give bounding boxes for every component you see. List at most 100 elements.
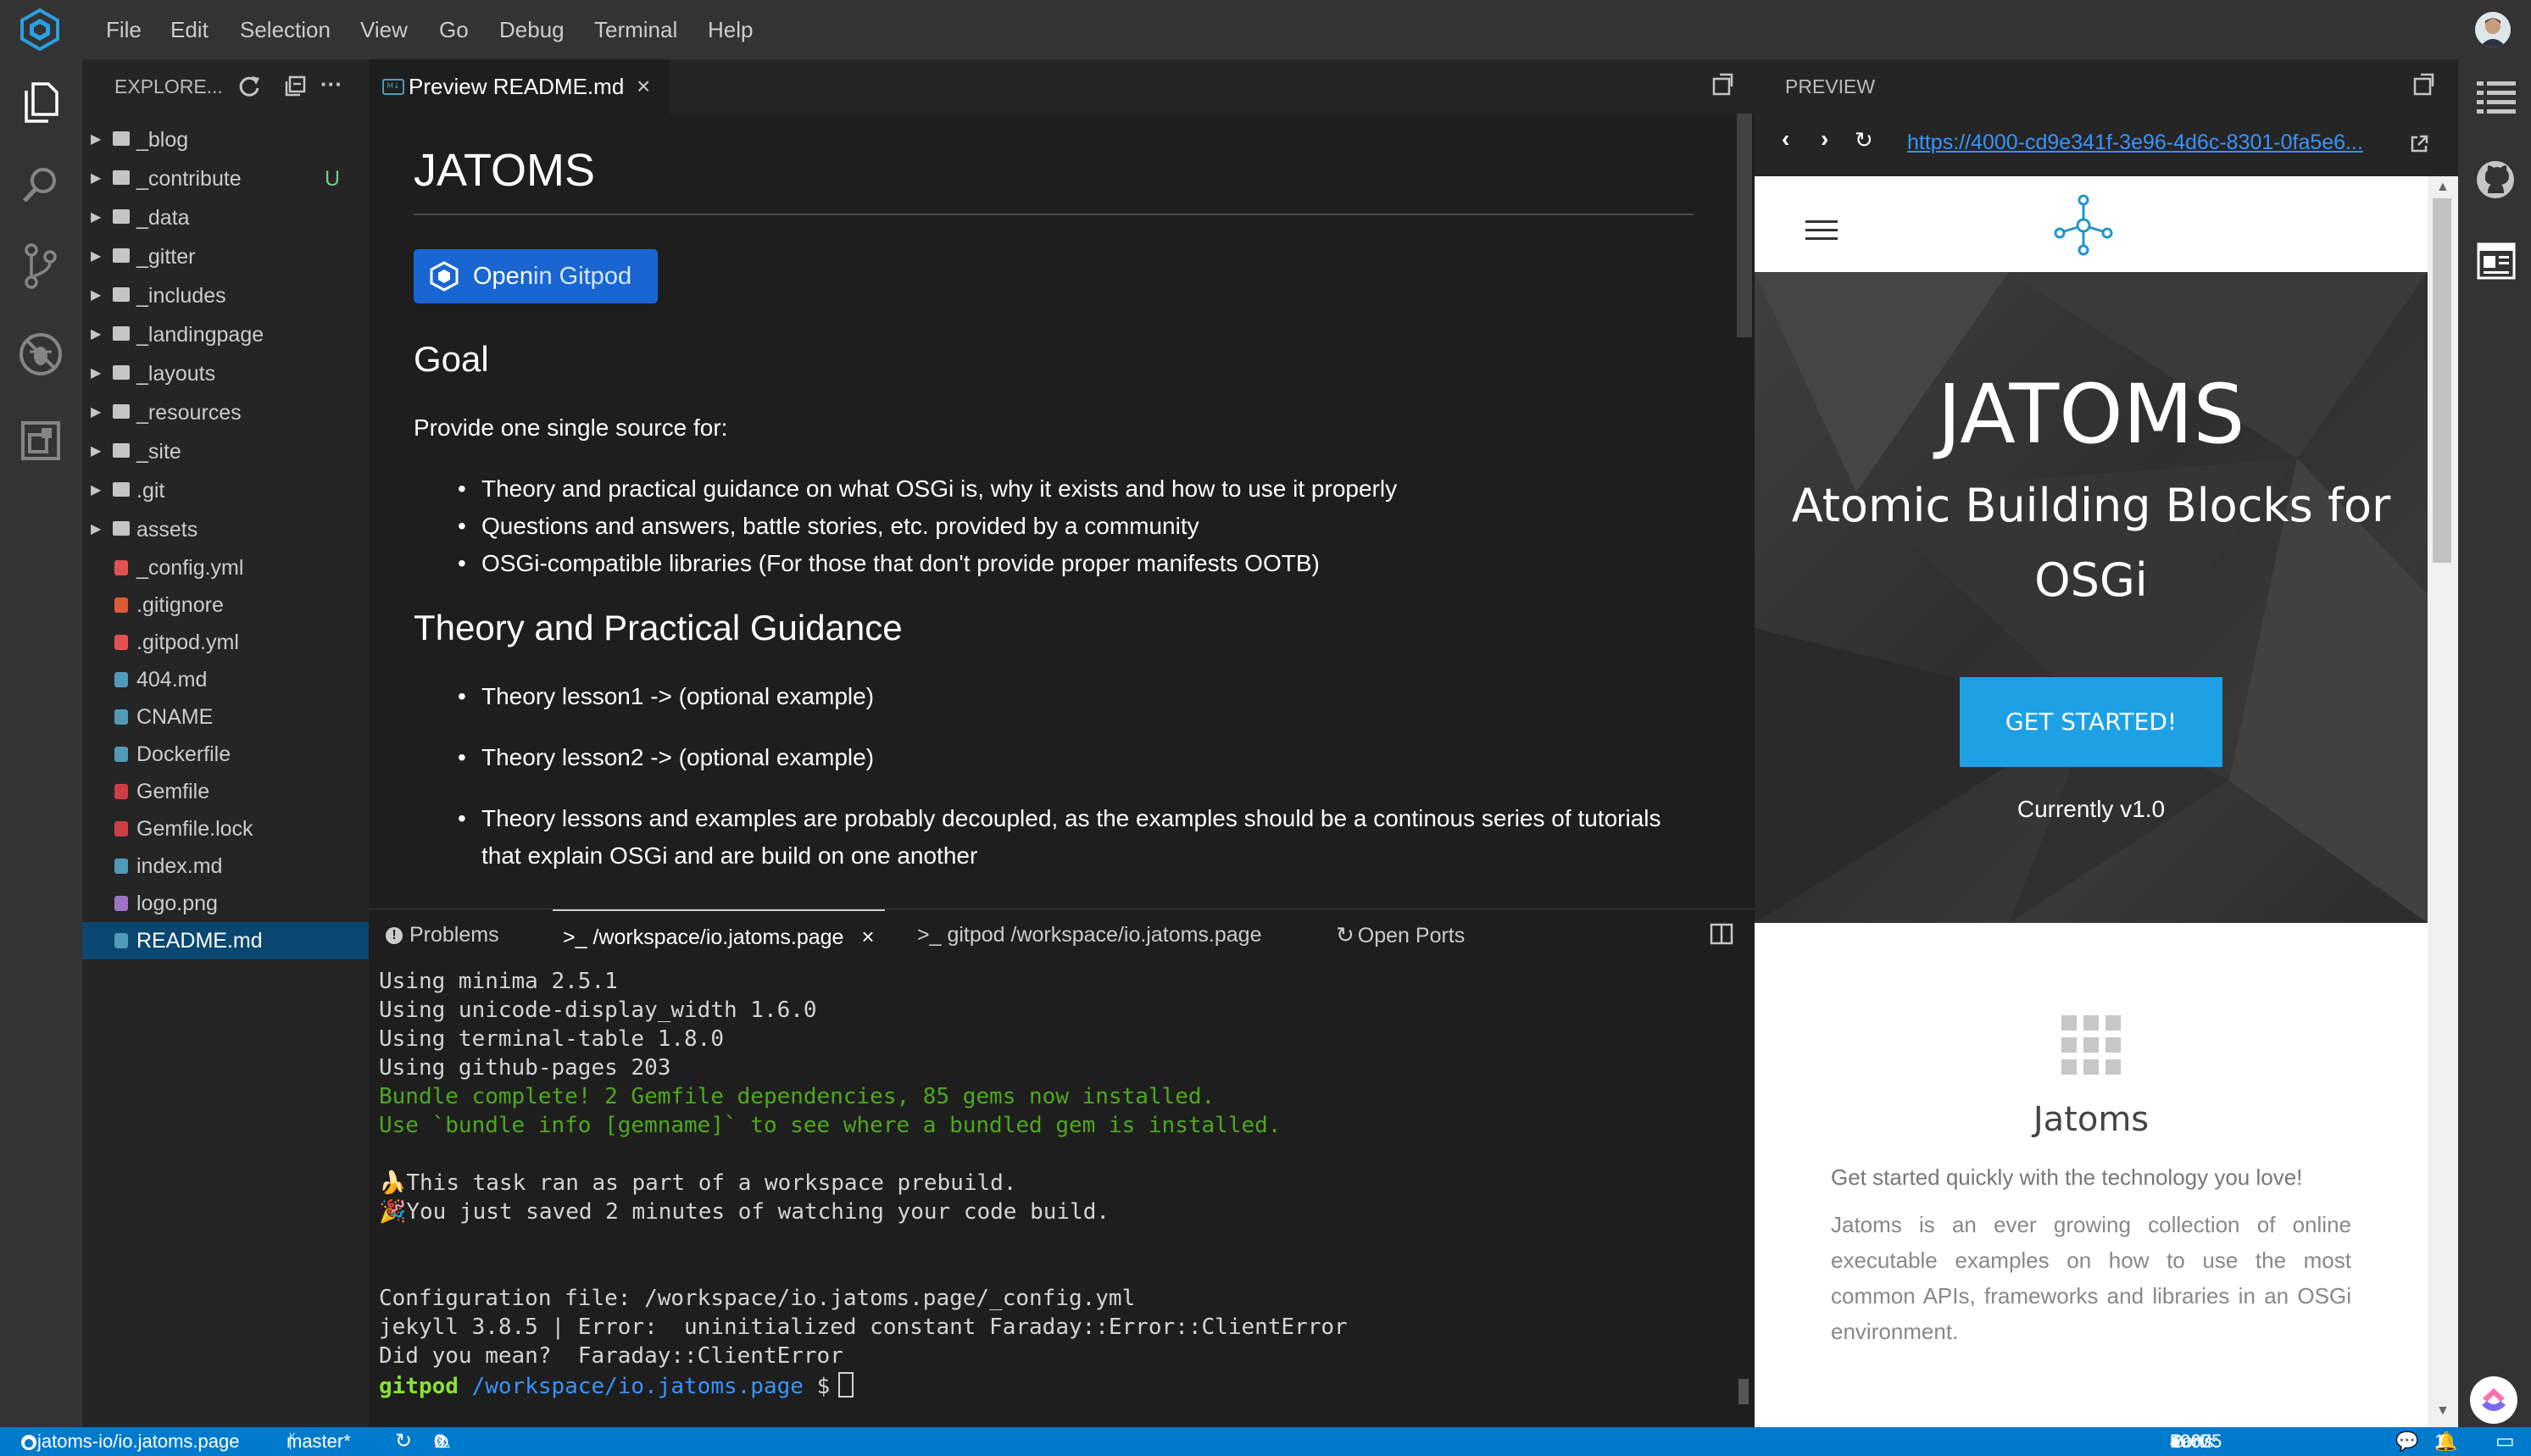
tree-folder[interactable]: ▶ _contribute U (82, 159, 369, 198)
chevron-right-icon[interactable]: ▶ (91, 276, 101, 315)
menu-edit[interactable]: Edit (170, 0, 209, 59)
activity-bar (0, 59, 82, 1427)
tab-open-ports[interactable]: ↻ Open Ports (1336, 909, 1465, 960)
url-field[interactable]: https://4000-cd9e341f-3e96-4d6c-8301-0fa… (1907, 131, 2363, 155)
open-external-icon[interactable] (2409, 134, 2429, 158)
file-icon (114, 635, 128, 650)
back-icon[interactable]: ‹ (1782, 125, 1789, 153)
debug-icon[interactable] (12, 325, 70, 383)
chevron-right-icon[interactable]: ▶ (91, 471, 101, 510)
chevron-right-icon[interactable]: ▶ (91, 198, 101, 237)
tree-folder[interactable]: ▶ _data (82, 198, 369, 237)
file-icon (114, 597, 128, 613)
menu-view[interactable]: View (360, 0, 408, 59)
menu-terminal[interactable]: Terminal (594, 0, 677, 59)
terminal-scrollbar[interactable] (1738, 1379, 1749, 1404)
terminal-output[interactable]: Using minima 2.5.1 Using unicode-display_… (369, 969, 1742, 1426)
close-icon[interactable]: × (861, 924, 874, 949)
tree-file[interactable]: .gitpod.yml (82, 624, 369, 661)
feedback-icon[interactable]: 💬 (2395, 1427, 2418, 1456)
collapse-all-icon[interactable] (283, 75, 307, 103)
warning-count: 0 (434, 1431, 445, 1452)
menu-file[interactable]: File (106, 0, 142, 59)
chevron-right-icon[interactable]: ▶ (91, 393, 101, 432)
tree-item-label: _config.yml (136, 556, 244, 580)
tree-file[interactable]: Dockerfile (82, 736, 369, 773)
section-body-line1: Jatoms is an ever growing collection of … (1831, 1212, 2351, 1237)
tree-folder[interactable]: ▶ assets (82, 510, 369, 549)
scroll-thumb[interactable] (2433, 198, 2451, 563)
preview-scrollbar[interactable]: ▲ ▼ (2428, 176, 2458, 1427)
chevron-right-icon[interactable]: ▶ (91, 159, 101, 198)
menu-selection[interactable]: Selection (240, 0, 331, 59)
tree-folder[interactable]: ▶ _site (82, 432, 369, 471)
right-activity-bar (2458, 59, 2531, 1427)
sync-icon[interactable]: ↻ (395, 1427, 412, 1456)
extensions-icon[interactable] (12, 412, 70, 470)
tab-terminal-2[interactable]: >_ gitpod /workspace/io.jatoms.page (917, 909, 1262, 960)
refresh-ports-icon: ↻ (1336, 922, 1355, 948)
list-item: OSGi-compatible libraries (For those tha… (458, 550, 1320, 577)
jatoms-logo-icon[interactable] (2050, 192, 2117, 264)
tree-file[interactable]: 404.md (82, 661, 369, 698)
chevron-right-icon[interactable]: ▶ (91, 432, 101, 471)
tab-terminal-1[interactable]: >_ /workspace/io.jatoms.page × (553, 909, 885, 962)
tree-file[interactable]: index.md (82, 847, 369, 885)
tree-folder[interactable]: ▶ .git (82, 471, 369, 510)
tree-file[interactable]: _config.yml (82, 549, 369, 586)
terminal-prompt[interactable]: gitpod /workspace/io.jatoms.page $ (379, 1372, 854, 1399)
reload-icon[interactable]: ↻ (1855, 127, 1873, 153)
gitpod-icon (430, 261, 459, 292)
tree-folder[interactable]: ▶ _layouts (82, 354, 369, 393)
scroll-down-arrow[interactable]: ▼ (2436, 1403, 2450, 1419)
more-actions-icon[interactable]: ··· (320, 73, 342, 95)
chevron-right-icon[interactable]: ▶ (91, 354, 101, 393)
user-avatar[interactable] (2475, 12, 2511, 47)
search-icon[interactable] (12, 156, 70, 214)
terminal-line: jekyll 3.8.5 | Error: uninitialized cons… (379, 1314, 1348, 1340)
split-panel-icon[interactable] (1710, 923, 1733, 949)
close-icon[interactable]: × (637, 59, 650, 114)
github-icon[interactable] (2475, 159, 2516, 204)
tree-folder[interactable]: ▶ _resources (82, 393, 369, 432)
tab-preview-readme[interactable]: M↓ Preview README.md × (369, 59, 670, 114)
repo-status[interactable]: jatoms-io/io.jatoms.page (20, 1427, 239, 1456)
tree-file[interactable]: CNAME (82, 698, 369, 736)
forward-icon[interactable]: › (1821, 125, 1828, 153)
layout-toggle-icon[interactable]: ▭ (2495, 1427, 2515, 1456)
chevron-right-icon[interactable]: ▶ (91, 315, 101, 354)
tree-file[interactable]: logo.png (82, 885, 369, 922)
menu-go[interactable]: Go (439, 0, 469, 59)
terminal-line: 🍌This task ran as part of a workspace pr… (379, 1170, 1017, 1196)
tab-problems[interactable]: ! Problems (386, 909, 499, 960)
chevron-right-icon[interactable]: ▶ (91, 237, 101, 276)
tree-file[interactable]: .gitignore (82, 586, 369, 624)
chevron-right-icon[interactable]: ▶ (91, 510, 101, 549)
clickup-icon[interactable] (2470, 1376, 2517, 1424)
gitpod-logo-icon[interactable] (19, 8, 61, 52)
hamburger-menu-icon[interactable] (1805, 219, 1838, 247)
menu-help[interactable]: Help (708, 0, 753, 59)
tree-file[interactable]: Gemfile (82, 773, 369, 810)
chevron-right-icon[interactable]: ▶ (91, 120, 101, 159)
source-control-icon[interactable] (12, 237, 70, 295)
outline-icon[interactable] (2477, 80, 2516, 118)
tree-folder[interactable]: ▶ _landingpage (82, 315, 369, 354)
menu-debug[interactable]: Debug (499, 0, 565, 59)
terminal-line: Use `bundle info [gemname]` to see where… (379, 1113, 1282, 1138)
tree-item-label: logo.png (136, 892, 218, 915)
get-started-button[interactable]: GET STARTED! (1960, 677, 2222, 767)
open-source-icon[interactable] (1710, 71, 1735, 101)
tree-file[interactable]: Gemfile.lock (82, 810, 369, 847)
files-icon[interactable] (12, 73, 70, 131)
tree-folder[interactable]: ▶ _includes (82, 276, 369, 315)
editor-scrollbar[interactable] (1737, 114, 1752, 337)
preview-panel-icon[interactable] (2477, 242, 2516, 284)
tree-folder[interactable]: ▶ _blog (82, 120, 369, 159)
open-source-icon[interactable] (2411, 71, 2436, 101)
tree-folder[interactable]: ▶ _gitter (82, 237, 369, 276)
refresh-icon[interactable] (237, 75, 261, 103)
scroll-up-arrow[interactable]: ▲ (2436, 180, 2450, 195)
tree-file[interactable]: README.md (82, 922, 369, 959)
open-in-gitpod-button[interactable]: Open in Gitpod (414, 249, 658, 303)
